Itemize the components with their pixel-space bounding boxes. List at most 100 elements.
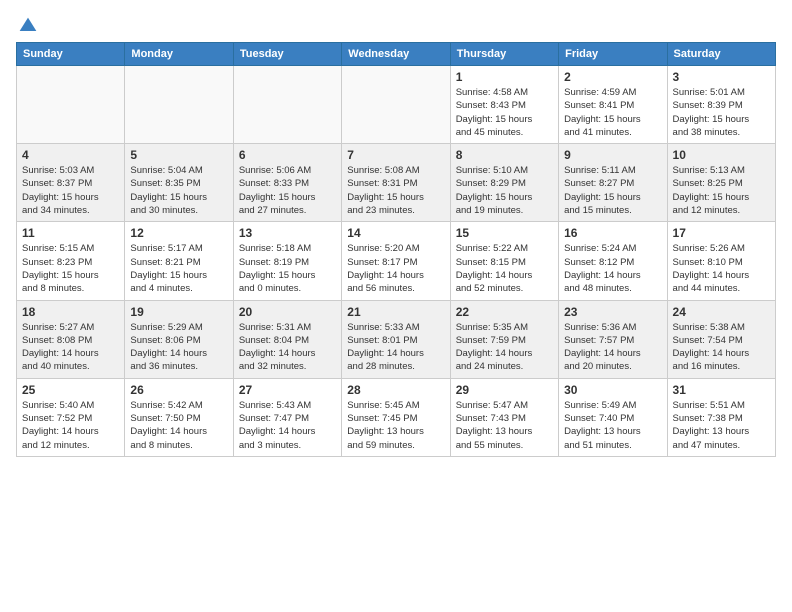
calendar-week-row: 11 Sunrise: 5:15 AM Sunset: 8:23 PM Dayli…	[17, 222, 776, 300]
calendar-header-wednesday: Wednesday	[342, 43, 450, 66]
day-info: Sunrise: 4:59 AM Sunset: 8:41 PM Dayligh…	[564, 86, 661, 139]
day-info: Sunrise: 5:45 AM Sunset: 7:45 PM Dayligh…	[347, 399, 444, 452]
calendar: SundayMondayTuesdayWednesdayThursdayFrid…	[16, 42, 776, 457]
day-number: 11	[22, 226, 119, 240]
calendar-day-cell: 22Sunrise: 5:35 AM Sunset: 7:59 PM Dayli…	[450, 300, 558, 378]
calendar-header-tuesday: Tuesday	[233, 43, 341, 66]
calendar-day-cell: 19 Sunrise: 5:29 AM Sunset: 8:06 PM Dayli…	[125, 300, 233, 378]
day-number: 13	[239, 226, 336, 240]
calendar-header-row: SundayMondayTuesdayWednesdayThursdayFrid…	[17, 43, 776, 66]
calendar-day-cell: 12 Sunrise: 5:17 AM Sunset: 8:21 PM Dayli…	[125, 222, 233, 300]
calendar-day-cell: 3Sunrise: 5:01 AM Sunset: 8:39 PM Daylig…	[667, 66, 775, 144]
calendar-day-cell: 5 Sunrise: 5:04 AM Sunset: 8:35 PM Daylig…	[125, 144, 233, 222]
day-number: 22	[456, 305, 553, 319]
calendar-week-row: 18 Sunrise: 5:27 AM Sunset: 8:08 PM Dayli…	[17, 300, 776, 378]
day-info: Sunrise: 5:29 AM Sunset: 8:06 PM Dayligh…	[130, 321, 227, 374]
day-info: Sunrise: 5:15 AM Sunset: 8:23 PM Dayligh…	[22, 242, 119, 295]
calendar-week-row: 4 Sunrise: 5:03 AM Sunset: 8:37 PM Daylig…	[17, 144, 776, 222]
day-info: Sunrise: 5:40 AM Sunset: 7:52 PM Dayligh…	[22, 399, 119, 452]
day-number: 17	[673, 226, 770, 240]
day-number: 30	[564, 383, 661, 397]
day-number: 10	[673, 148, 770, 162]
day-info: Sunrise: 5:31 AM Sunset: 8:04 PM Dayligh…	[239, 321, 336, 374]
day-number: 23	[564, 305, 661, 319]
calendar-day-cell: 23 Sunrise: 5:36 AM Sunset: 7:57 PM Dayli…	[559, 300, 667, 378]
day-number: 20	[239, 305, 336, 319]
calendar-day-cell: 2 Sunrise: 4:59 AM Sunset: 8:41 PM Daylig…	[559, 66, 667, 144]
calendar-day-cell: 16Sunrise: 5:24 AM Sunset: 8:12 PM Dayli…	[559, 222, 667, 300]
calendar-day-cell: 4 Sunrise: 5:03 AM Sunset: 8:37 PM Daylig…	[17, 144, 125, 222]
day-info: Sunrise: 5:38 AM Sunset: 7:54 PM Dayligh…	[673, 321, 770, 374]
day-info: Sunrise: 5:11 AM Sunset: 8:27 PM Dayligh…	[564, 164, 661, 217]
calendar-header-saturday: Saturday	[667, 43, 775, 66]
day-number: 28	[347, 383, 444, 397]
day-number: 26	[130, 383, 227, 397]
day-info: Sunrise: 4:58 AM Sunset: 8:43 PM Dayligh…	[456, 86, 553, 139]
day-number: 15	[456, 226, 553, 240]
logo-icon	[18, 16, 38, 36]
day-number: 9	[564, 148, 661, 162]
calendar-day-cell: 26 Sunrise: 5:42 AM Sunset: 7:50 PM Dayli…	[125, 378, 233, 456]
day-number: 6	[239, 148, 336, 162]
calendar-day-cell: 9 Sunrise: 5:11 AM Sunset: 8:27 PM Daylig…	[559, 144, 667, 222]
calendar-day-cell: 25 Sunrise: 5:40 AM Sunset: 7:52 PM Dayli…	[17, 378, 125, 456]
calendar-day-cell: 21 Sunrise: 5:33 AM Sunset: 8:01 PM Dayli…	[342, 300, 450, 378]
day-number: 18	[22, 305, 119, 319]
day-number: 7	[347, 148, 444, 162]
day-info: Sunrise: 5:42 AM Sunset: 7:50 PM Dayligh…	[130, 399, 227, 452]
day-info: Sunrise: 5:22 AM Sunset: 8:15 PM Dayligh…	[456, 242, 553, 295]
calendar-day-cell: 15 Sunrise: 5:22 AM Sunset: 8:15 PM Dayli…	[450, 222, 558, 300]
day-number: 24	[673, 305, 770, 319]
day-number: 21	[347, 305, 444, 319]
day-number: 27	[239, 383, 336, 397]
calendar-day-cell: 24 Sunrise: 5:38 AM Sunset: 7:54 PM Dayli…	[667, 300, 775, 378]
calendar-day-cell: 30 Sunrise: 5:49 AM Sunset: 7:40 PM Dayli…	[559, 378, 667, 456]
calendar-day-cell: 10 Sunrise: 5:13 AM Sunset: 8:25 PM Dayli…	[667, 144, 775, 222]
day-info: Sunrise: 5:06 AM Sunset: 8:33 PM Dayligh…	[239, 164, 336, 217]
day-number: 1	[456, 70, 553, 84]
calendar-header-friday: Friday	[559, 43, 667, 66]
day-info: Sunrise: 5:04 AM Sunset: 8:35 PM Dayligh…	[130, 164, 227, 217]
calendar-day-cell: 8Sunrise: 5:10 AM Sunset: 8:29 PM Daylig…	[450, 144, 558, 222]
day-number: 2	[564, 70, 661, 84]
day-info: Sunrise: 5:27 AM Sunset: 8:08 PM Dayligh…	[22, 321, 119, 374]
day-info: Sunrise: 5:49 AM Sunset: 7:40 PM Dayligh…	[564, 399, 661, 452]
day-number: 19	[130, 305, 227, 319]
day-number: 12	[130, 226, 227, 240]
calendar-day-cell: 13 Sunrise: 5:18 AM Sunset: 8:19 PM Dayli…	[233, 222, 341, 300]
calendar-day-cell: 27 Sunrise: 5:43 AM Sunset: 7:47 PM Dayli…	[233, 378, 341, 456]
calendar-day-cell: 31 Sunrise: 5:51 AM Sunset: 7:38 PM Dayli…	[667, 378, 775, 456]
day-number: 5	[130, 148, 227, 162]
calendar-day-cell: 11 Sunrise: 5:15 AM Sunset: 8:23 PM Dayli…	[17, 222, 125, 300]
calendar-day-cell	[125, 66, 233, 144]
day-number: 25	[22, 383, 119, 397]
day-info: Sunrise: 5:36 AM Sunset: 7:57 PM Dayligh…	[564, 321, 661, 374]
day-number: 4	[22, 148, 119, 162]
day-info: Sunrise: 5:26 AM Sunset: 8:10 PM Dayligh…	[673, 242, 770, 295]
day-info: Sunrise: 5:08 AM Sunset: 8:31 PM Dayligh…	[347, 164, 444, 217]
day-info: Sunrise: 5:33 AM Sunset: 8:01 PM Dayligh…	[347, 321, 444, 374]
calendar-day-cell: 1 Sunrise: 4:58 AM Sunset: 8:43 PM Daylig…	[450, 66, 558, 144]
calendar-day-cell: 20 Sunrise: 5:31 AM Sunset: 8:04 PM Dayli…	[233, 300, 341, 378]
day-number: 31	[673, 383, 770, 397]
day-info: Sunrise: 5:47 AM Sunset: 7:43 PM Dayligh…	[456, 399, 553, 452]
day-info: Sunrise: 5:13 AM Sunset: 8:25 PM Dayligh…	[673, 164, 770, 217]
day-info: Sunrise: 5:01 AM Sunset: 8:39 PM Dayligh…	[673, 86, 770, 139]
calendar-header-thursday: Thursday	[450, 43, 558, 66]
day-info: Sunrise: 5:18 AM Sunset: 8:19 PM Dayligh…	[239, 242, 336, 295]
calendar-week-row: 1 Sunrise: 4:58 AM Sunset: 8:43 PM Daylig…	[17, 66, 776, 144]
day-number: 8	[456, 148, 553, 162]
calendar-day-cell: 28 Sunrise: 5:45 AM Sunset: 7:45 PM Dayli…	[342, 378, 450, 456]
calendar-day-cell: 14 Sunrise: 5:20 AM Sunset: 8:17 PM Dayli…	[342, 222, 450, 300]
day-number: 14	[347, 226, 444, 240]
day-info: Sunrise: 5:51 AM Sunset: 7:38 PM Dayligh…	[673, 399, 770, 452]
day-info: Sunrise: 5:43 AM Sunset: 7:47 PM Dayligh…	[239, 399, 336, 452]
day-info: Sunrise: 5:03 AM Sunset: 8:37 PM Dayligh…	[22, 164, 119, 217]
calendar-header-sunday: Sunday	[17, 43, 125, 66]
calendar-day-cell: 6 Sunrise: 5:06 AM Sunset: 8:33 PM Daylig…	[233, 144, 341, 222]
day-number: 29	[456, 383, 553, 397]
day-info: Sunrise: 5:20 AM Sunset: 8:17 PM Dayligh…	[347, 242, 444, 295]
day-info: Sunrise: 5:17 AM Sunset: 8:21 PM Dayligh…	[130, 242, 227, 295]
calendar-day-cell: 29 Sunrise: 5:47 AM Sunset: 7:43 PM Dayli…	[450, 378, 558, 456]
calendar-day-cell	[233, 66, 341, 144]
